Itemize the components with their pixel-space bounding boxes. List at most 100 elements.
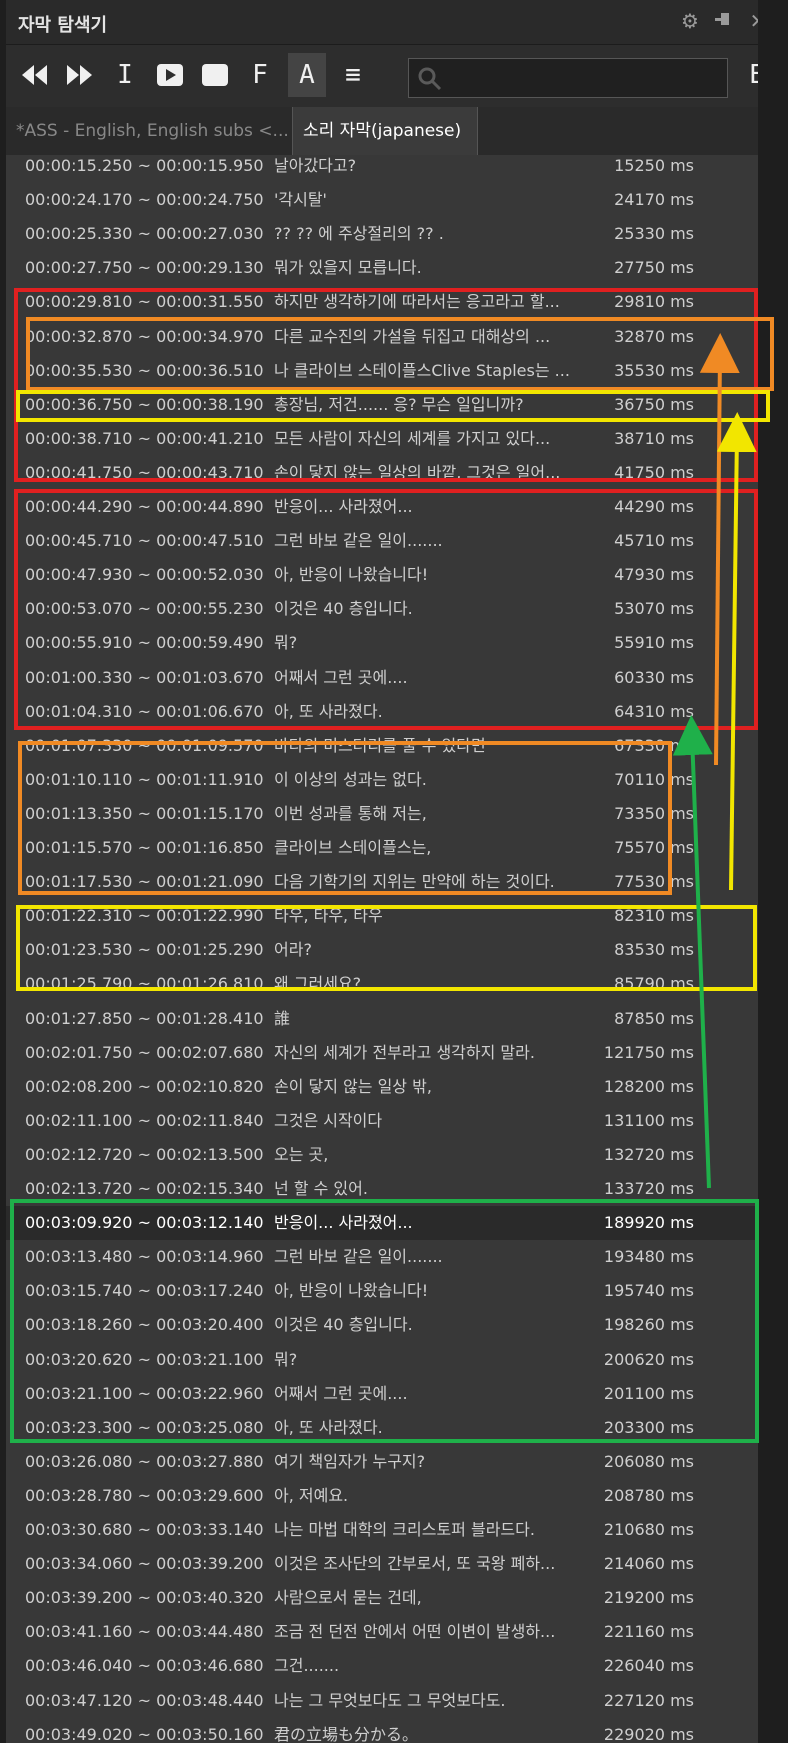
list-item[interactable]: 00:01:04.310 ~ 00:01:06.670 아, 또 사라졌다. 643… [6, 695, 758, 729]
list-item[interactable]: 00:00:36.750 ~ 00:00:38.190 총장님, 저건......… [6, 388, 758, 422]
list-item[interactable]: 00:03:18.260 ~ 00:03:20.400 이것은 40 층입니다. 1… [6, 1308, 758, 1342]
subtitle-text: 넌 할 수 있어. [274, 1179, 368, 1198]
subtitle-text: 뭐가 있을지 모릅니다. [274, 258, 422, 278]
list-item[interactable]: 00:00:38.710 ~ 00:00:41.210 모든 사람이 자신의 세계… [6, 422, 758, 456]
list-item[interactable]: 00:03:41.160 ~ 00:03:44.480 조금 전 던전 안에서 어… [6, 1615, 758, 1649]
list-item[interactable]: 00:00:25.330 ~ 00:00:27.030 ?? ?? 에 주상절리의… [6, 217, 758, 251]
list-item[interactable]: 00:02:13.720 ~ 00:02:15.340 넌 할 수 있어. 1337… [6, 1172, 758, 1206]
list-item[interactable]: 00:03:21.100 ~ 00:03:22.960 어째서 그런 곳에....… [6, 1377, 758, 1411]
subtitle-text: 손이 닿지 않는 일상 밖, [274, 1076, 432, 1096]
text-cursor-button[interactable]: I [106, 53, 144, 97]
start-ms: 83530 ms [614, 940, 694, 960]
start-ms: 77530 ms [614, 872, 694, 892]
search-icon [418, 67, 442, 91]
list-item[interactable]: 00:03:13.480 ~ 00:03:14.960 그런 바보 같은 일이..… [6, 1240, 758, 1274]
list-item[interactable]: 00:01:10.110 ~ 00:01:11.910 이 이상의 성과는 없다.… [6, 763, 758, 797]
list-item[interactable]: 00:02:12.720 ~ 00:02:13.500 오는 곳, 132720 m… [6, 1138, 758, 1172]
f-button[interactable]: F [241, 53, 279, 97]
list-item[interactable]: 00:03:30.680 ~ 00:03:33.140 나는 마법 대학의 크리스… [6, 1513, 758, 1547]
timecode: 00:00:36.750 ~ 00:00:38.190 [25, 394, 264, 414]
list-item[interactable]: 00:00:44.290 ~ 00:00:44.890 반응이... 사라졌어..… [6, 490, 758, 524]
list-item[interactable]: 00:01:00.330 ~ 00:01:03.670 어째서 그런 곳에....… [6, 661, 758, 695]
list-item[interactable]: 00:00:27.750 ~ 00:00:29.130 뭐가 있을지 모릅니다. 2… [6, 251, 758, 285]
list-item[interactable]: 00:03:15.740 ~ 00:03:17.240 아, 반응이 나왔습니다!… [6, 1274, 758, 1308]
subtitle-text: 아, 반응이 나왔습니다! [274, 565, 429, 585]
list-item[interactable]: 00:00:24.170 ~ 00:00:24.750 '각시탈' 24170 ms [6, 183, 758, 217]
list-item[interactable]: 00:00:15.250 ~ 00:00:15.950 날아갔다고? 15250 m… [6, 155, 758, 183]
list-item[interactable]: 00:01:27.850 ~ 00:01:28.410 誰 87850 ms [6, 1002, 758, 1036]
list-item[interactable]: 00:00:35.530 ~ 00:00:36.510 나 클라이브 스테이플스C… [6, 354, 758, 388]
subtitle-text: 나 클라이브 스테이플스Clive Staples는 ... [274, 360, 570, 380]
list-item[interactable]: 00:01:23.530 ~ 00:01:25.290 어라? 83530 ms [6, 933, 758, 967]
list-item[interactable]: 00:00:53.070 ~ 00:00:55.230 이것은 40 층입니다. 5… [6, 592, 758, 626]
pin-icon[interactable] [712, 9, 736, 33]
list-item[interactable]: 00:00:45.710 ~ 00:00:47.510 그런 바보 같은 일이..… [6, 524, 758, 558]
tab-japanese[interactable]: 소리 자막(japanese) [292, 107, 478, 155]
start-ms: 221160 ms [603, 1622, 694, 1642]
list-item[interactable]: 00:00:41.750 ~ 00:00:43.710 손이 닿지 않는 일상의 … [6, 456, 758, 490]
subtitle-text: 아, 또 사라졌다. [274, 701, 383, 721]
list-item[interactable]: 00:00:29.810 ~ 00:00:31.550 하지만 생각하기에 따라서… [6, 285, 758, 319]
list-item[interactable]: 00:02:01.750 ~ 00:02:07.680 자신의 세계가 전부라고 … [6, 1036, 758, 1070]
start-ms: 198260 ms [603, 1315, 694, 1335]
start-ms: 15250 ms [614, 156, 694, 175]
subtitle-text: 그것은 시작이다 [274, 1110, 383, 1130]
start-ms: 226040 ms [603, 1656, 694, 1676]
list-item[interactable]: 00:00:32.870 ~ 00:00:34.970 다른 교수진의 가설을 뒤… [6, 320, 758, 354]
list-item[interactable]: 00:03:47.120 ~ 00:03:48.440 나는 그 무엇보다도 그 … [6, 1684, 758, 1718]
list-item[interactable]: 00:00:47.930 ~ 00:00:52.030 아, 반응이 나왔습니다!… [6, 558, 758, 592]
list-item[interactable]: 00:03:49.020 ~ 00:03:50.160 君の立場も分かる。 2290… [6, 1718, 758, 1743]
list-item[interactable]: 00:01:15.570 ~ 00:01:16.850 클라이브 스테이플스는, 7… [6, 831, 758, 865]
start-ms: 133720 ms [603, 1179, 694, 1198]
timecode: 00:03:47.120 ~ 00:03:48.440 [25, 1690, 264, 1710]
list-item[interactable]: 00:01:13.350 ~ 00:01:15.170 이번 성과를 통해 저는,… [6, 797, 758, 831]
timecode: 00:02:13.720 ~ 00:02:15.340 [25, 1179, 264, 1198]
timecode: 00:02:11.100 ~ 00:02:11.840 [25, 1110, 264, 1130]
fast-forward-button[interactable] [61, 53, 99, 97]
list-item[interactable]: 00:03:46.040 ~ 00:03:46.680 그건....... 2260… [6, 1649, 758, 1683]
list-item[interactable]: 00:03:23.300 ~ 00:03:25.080 아, 또 사라졌다. 203… [6, 1411, 758, 1445]
search-input[interactable] [408, 58, 728, 98]
timecode: 00:00:53.070 ~ 00:00:55.230 [25, 599, 264, 619]
start-ms: 82310 ms [614, 906, 694, 926]
list-item[interactable]: 00:03:26.080 ~ 00:03:27.880 여기 책임자가 누구지? 2… [6, 1445, 758, 1479]
list-item[interactable]: 00:00:55.910 ~ 00:00:59.490 뭐? 55910 ms [6, 626, 758, 660]
timecode: 00:01:04.310 ~ 00:01:06.670 [25, 701, 264, 721]
list-item[interactable]: 00:01:25.790 ~ 00:01:26.810 왜 그러세요? 85790 … [6, 967, 758, 1001]
start-ms: 128200 ms [603, 1076, 694, 1096]
list-item[interactable]: 00:03:09.920 ~ 00:03:12.140 반응이... 사라졌어..… [6, 1206, 758, 1241]
rewind-button[interactable] [16, 53, 54, 97]
stop-button[interactable] [196, 53, 234, 97]
timecode: 00:03:20.620 ~ 00:03:21.100 [25, 1349, 264, 1369]
tab-ass-english[interactable]: *ASS - English, English subs <... [6, 107, 292, 155]
timecode: 00:00:41.750 ~ 00:00:43.710 [25, 462, 264, 482]
start-ms: 36750 ms [614, 394, 694, 414]
menu-button[interactable]: ≡ [334, 53, 372, 97]
start-ms: 67330 ms [614, 735, 694, 755]
start-ms: 70110 ms [614, 769, 694, 789]
subtitle-text: 바다의 미스터리를 풀 수 있다면 [274, 735, 486, 755]
list-item[interactable]: 00:03:20.620 ~ 00:03:21.100 뭐? 200620 ms [6, 1343, 758, 1377]
timecode: 00:01:10.110 ~ 00:01:11.910 [25, 769, 264, 789]
list-item[interactable]: 00:03:34.060 ~ 00:03:39.200 이것은 조사단의 간부로서… [6, 1547, 758, 1581]
timecode: 00:03:23.300 ~ 00:03:25.080 [25, 1417, 264, 1437]
toolbar: I F A ≡ E [6, 45, 758, 107]
e-button[interactable]: E [742, 53, 758, 97]
start-ms: 75570 ms [614, 838, 694, 857]
list-item[interactable]: 00:02:08.200 ~ 00:02:10.820 손이 닿지 않는 일상 밖… [6, 1070, 758, 1104]
list-item[interactable]: 00:02:11.100 ~ 00:02:11.840 그것은 시작이다 13110… [6, 1104, 758, 1138]
list-item[interactable]: 00:03:28.780 ~ 00:03:29.600 아, 저예요. 208780… [6, 1479, 758, 1513]
gear-icon[interactable]: ⚙ [678, 9, 702, 33]
list-item[interactable]: 00:01:17.530 ~ 00:01:21.090 다음 기학기의 지위는 만… [6, 865, 758, 899]
start-ms: 25330 ms [614, 224, 694, 244]
timecode: 00:00:35.530 ~ 00:00:36.510 [25, 360, 264, 380]
list-item[interactable]: 00:01:22.310 ~ 00:01:22.990 타우, 타우, 타우 823… [6, 899, 758, 933]
list-item[interactable]: 00:01:07.330 ~ 00:01:09.570 바다의 미스터리를 풀 수… [6, 729, 758, 763]
close-icon[interactable]: ✕ [746, 9, 758, 33]
play-video-button[interactable] [151, 53, 189, 97]
subtitle-list: 00:00:15.250 ~ 00:00:15.950 날아갔다고? 15250 m… [6, 155, 758, 1743]
a-button[interactable]: A [288, 53, 326, 97]
subtitle-text: 어째서 그런 곳에.... [274, 1383, 408, 1403]
subtitle-text: 그런 바보 같은 일이....... [274, 1247, 443, 1267]
list-item[interactable]: 00:03:39.200 ~ 00:03:40.320 사람으로서 묻는 건데, 2… [6, 1581, 758, 1615]
